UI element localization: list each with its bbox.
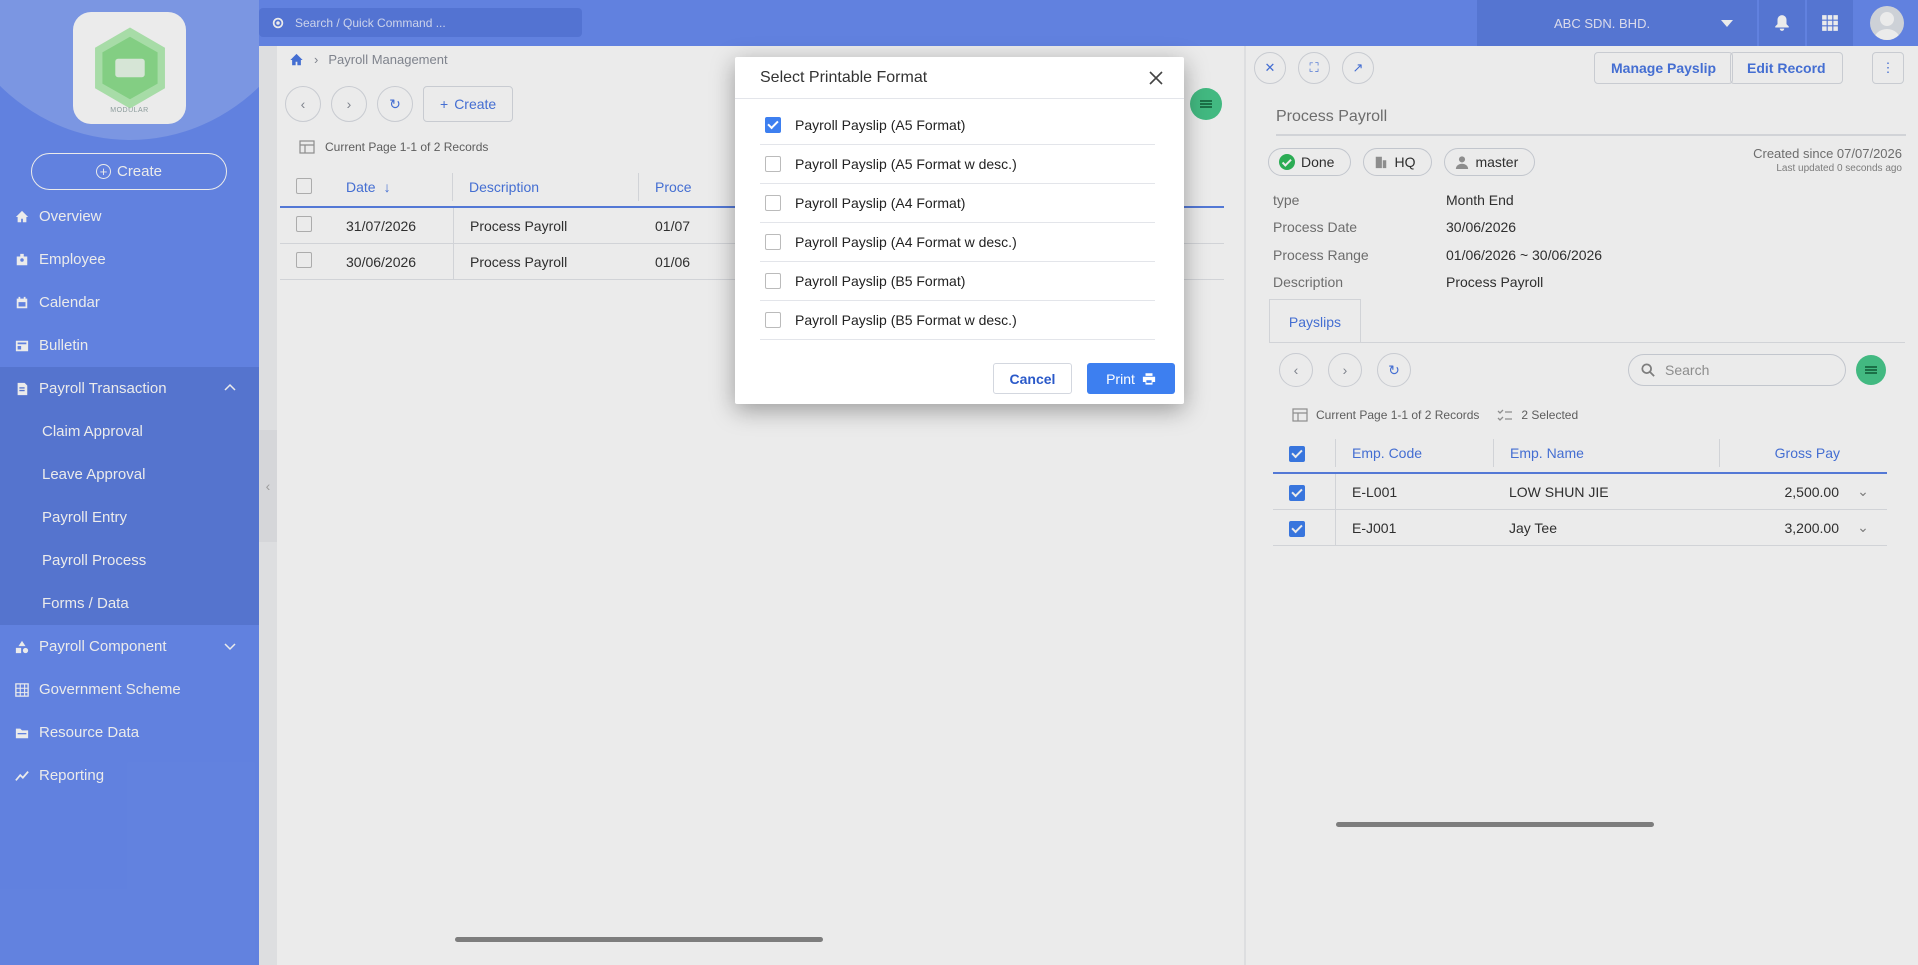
format-checkbox[interactable] [765, 117, 781, 133]
format-option-label: Payroll Payslip (A5 Format) [795, 117, 966, 133]
format-checkbox[interactable] [765, 234, 781, 250]
format-checkbox[interactable] [765, 195, 781, 211]
format-checkbox[interactable] [765, 156, 781, 172]
format-checkbox[interactable] [765, 312, 781, 328]
cancel-button[interactable]: Cancel [993, 363, 1072, 394]
print-button[interactable]: Print [1087, 363, 1175, 394]
format-option-a4-desc[interactable]: Payroll Payslip (A4 Format w desc.) [760, 223, 1155, 262]
format-option-label: Payroll Payslip (A5 Format w desc.) [795, 156, 1017, 172]
format-option-label: Payroll Payslip (B5 Format w desc.) [795, 312, 1017, 328]
dialog-title: Select Printable Format [760, 68, 928, 86]
format-option-label: Payroll Payslip (A4 Format w desc.) [795, 234, 1017, 250]
format-option-b5[interactable]: Payroll Payslip (B5 Format) [760, 262, 1155, 301]
format-option-label: Payroll Payslip (A4 Format) [795, 195, 966, 211]
format-options-list: Payroll Payslip (A5 Format) Payroll Pays… [760, 106, 1155, 340]
dialog-header: Select Printable Format [735, 57, 1184, 99]
printer-icon [1142, 373, 1156, 385]
close-icon[interactable] [1148, 70, 1164, 86]
format-option-label: Payroll Payslip (B5 Format) [795, 273, 966, 289]
format-option-a4[interactable]: Payroll Payslip (A4 Format) [760, 184, 1155, 223]
print-format-dialog: Select Printable Format Payroll Payslip … [735, 57, 1184, 404]
format-checkbox[interactable] [765, 273, 781, 289]
print-button-label: Print [1106, 370, 1135, 387]
format-option-a5[interactable]: Payroll Payslip (A5 Format) [760, 106, 1155, 145]
format-option-a5-desc[interactable]: Payroll Payslip (A5 Format w desc.) [760, 145, 1155, 184]
format-option-b5-desc[interactable]: Payroll Payslip (B5 Format w desc.) [760, 301, 1155, 340]
